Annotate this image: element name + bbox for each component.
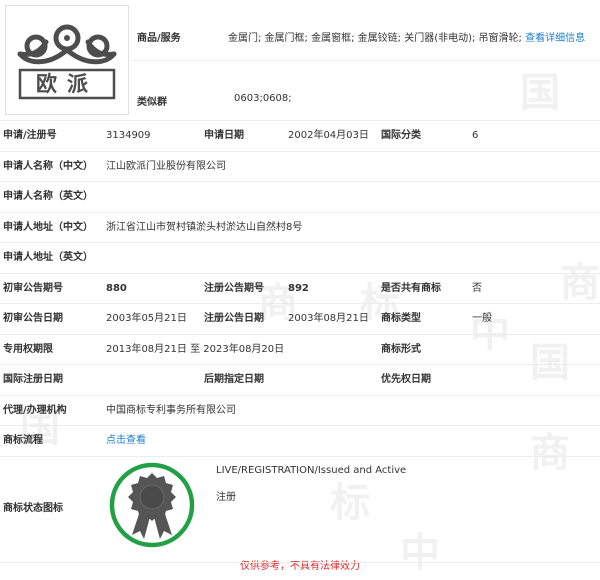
reg-no-label: 申请/注册号 [3,130,57,141]
term-label: 专用权期限 [3,343,53,355]
row-flow: 商标流程 点击查看 [0,426,600,457]
priority-date-label: 优先权日期 [381,374,431,385]
goods-value: 金属门; 金属门框; 金属窗框; 金属铰链; 关门器(非电动); 吊窗滑轮; [228,33,522,44]
agent-label: 代理/办理机构 [3,404,67,416]
reg-pub-no-label: 注册公告期号 [204,282,264,294]
row-publication-no: 初审公告期号 880 注册公告期号 892 是否共有商标 否 [0,274,600,304]
prelim-date-label: 初审公告日期 [3,313,63,324]
type-value: 一般 [472,313,492,324]
apply-date-label: 申请日期 [204,130,244,141]
goods-detail-link[interactable]: 查看详细信息 [525,33,585,44]
row-status: 商标状态图标 LIVE/REGISTRATION/Issued and Acti… [0,457,600,563]
shared-label: 是否共有商标 [381,282,441,294]
applicant-cn-label: 申请人名称（中文） [3,160,93,172]
status-badge-icon [109,462,195,547]
term-value: 2013年08月21日 至 2023年08月20日 [106,343,285,355]
applicant-cn-value: 江山欧派门业股份有限公司 [106,160,226,172]
prelim-no-label: 初审公告期号 [3,282,63,294]
address-cn-value: 浙江省江山市贺村镇淤头村淤达山自然村8号 [106,221,303,233]
status-label: 商标状态图标 [3,502,63,514]
row-applicant-cn: 申请人名称（中文） 江山欧派门业股份有限公司 [0,152,600,182]
row-address-cn: 申请人地址（中文） 浙江省江山市贺村镇淤头村淤达山自然村8号 [0,213,600,243]
trademark-detail-panel: 欧派 商品/服务 金属门; 金属门框; 金属窗框; 金属铰链; 关门器(非电动)… [0,0,600,563]
similar-group-label: 类似群 [137,97,167,108]
agent-value: 中国商标专利事务所有限公司 [106,404,236,416]
status-en-text: LIVE/REGISTRATION/Issued and Active [216,464,407,476]
reg-pub-date-label: 注册公告日期 [204,313,264,324]
type-label: 商标类型 [381,313,421,324]
goods-label: 商品/服务 [137,33,181,44]
row-dates: 国际注册日期 后期指定日期 优先权日期 [0,365,600,396]
row-publication-date: 初审公告日期 2003年05月21日 注册公告日期 2003年08月21日 商标… [0,304,600,335]
row-applicant-en: 申请人名称（英文） [0,182,600,213]
flow-link[interactable]: 点击查看 [106,426,146,455]
row-address-en: 申请人地址（英文） [0,243,600,274]
reg-pub-no-value: 892 [288,282,309,294]
reg-pub-date-value: 2003年08月21日 [288,313,369,324]
brand-logo-text: 欧派 [36,72,98,96]
status-cn-text: 注册 [216,491,236,503]
brand-logo-image: 欧派 [17,24,117,100]
trademark-logo: 欧派 [5,5,129,115]
header-divider [132,60,600,61]
later-date-label: 后期指定日期 [204,374,264,385]
row-agent: 代理/办理机构 中国商标专利事务所有限公司 [0,396,600,426]
address-cn-label: 申请人地址（中文） [3,221,93,233]
shared-value: 否 [472,282,482,294]
row-registration: 申请/注册号 3134909 申请日期 2002年04月03日 国际分类 6 [0,121,600,152]
intl-reg-date-label: 国际注册日期 [3,374,63,385]
row-term: 专用权期限 2013年08月21日 至 2023年08月20日 商标形式 [0,335,600,365]
prelim-no-value: 880 [106,282,127,294]
form-label: 商标形式 [381,343,421,355]
address-en-label: 申请人地址（英文） [3,252,93,263]
flow-label: 商标流程 [3,435,43,446]
applicant-en-label: 申请人名称（英文） [3,191,93,202]
apply-date-value: 2002年04月03日 [288,130,369,141]
trademark-header: 欧派 商品/服务 金属门; 金属门框; 金属窗框; 金属铰链; 关门器(非电动)… [0,0,600,121]
similar-group-value: 0603;0608; [234,93,292,104]
prelim-date-value: 2003年05月21日 [106,313,187,324]
intl-class-label: 国际分类 [381,130,421,141]
intl-class-value: 6 [472,130,479,141]
reg-no-value: 3134909 [106,130,151,141]
